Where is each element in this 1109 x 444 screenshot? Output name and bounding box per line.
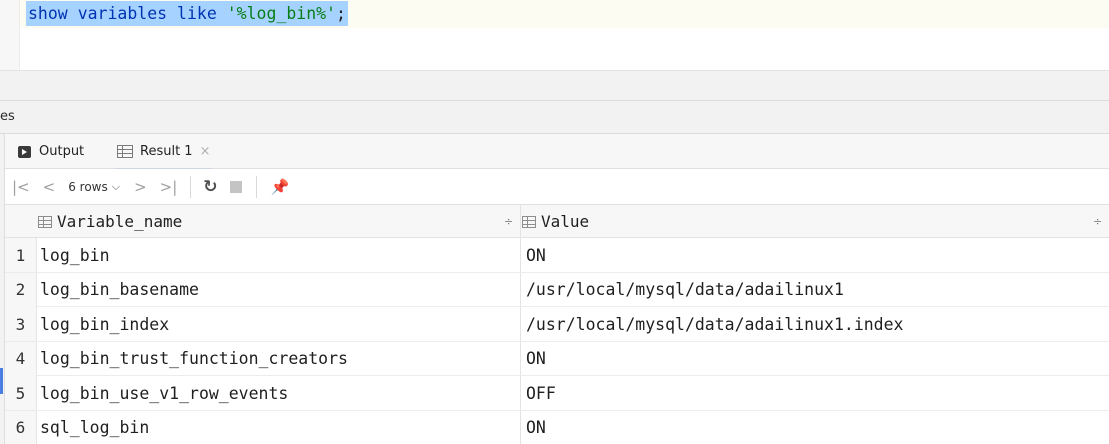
table-row[interactable]: 1 log_bin ON xyxy=(5,238,1109,273)
sort-icon[interactable]: ÷ xyxy=(1093,215,1102,228)
tab-result-label: Result 1 xyxy=(140,144,193,159)
column-icon xyxy=(38,215,52,228)
keyword-variables: variables xyxy=(77,4,168,23)
toolbar-separator xyxy=(190,175,192,198)
statement-terminator: ; xyxy=(336,4,346,23)
column-header-label: Variable_name xyxy=(57,212,183,231)
toolbar-separator xyxy=(255,175,257,198)
editor-bottom-strip xyxy=(0,70,1109,100)
column-icon xyxy=(522,215,536,228)
cell-value[interactable]: ON xyxy=(526,238,546,272)
column-header-label: Value xyxy=(541,212,590,231)
result-grid: Variable_name ÷ Value ÷ 1 log_bin ON 2 l… xyxy=(5,205,1109,444)
cell-variable-name[interactable]: log_bin xyxy=(40,238,110,272)
result-tabs: Output Result 1 × xyxy=(0,134,1109,170)
table-row[interactable]: 4 log_bin_trust_function_creators ON xyxy=(5,341,1109,376)
tab-output-label: Output xyxy=(39,144,85,159)
row-count-label[interactable]: 6 rows xyxy=(68,180,108,194)
table-row[interactable]: 2 log_bin_basename /usr/local/mysql/data… xyxy=(5,272,1109,307)
cell-variable-name[interactable]: log_bin_index xyxy=(40,307,169,341)
row-number: 3 xyxy=(5,307,37,341)
previous-page-icon[interactable]: < xyxy=(43,178,56,196)
string-literal: '%log_bin%' xyxy=(226,4,336,23)
table-row[interactable]: 3 log_bin_index /usr/local/mysql/data/ad… xyxy=(5,307,1109,342)
next-page-icon[interactable]: > xyxy=(134,178,147,196)
row-number: 4 xyxy=(5,341,37,376)
output-console-icon xyxy=(18,145,31,158)
stop-icon[interactable] xyxy=(229,180,242,193)
row-number: 1 xyxy=(5,238,37,272)
tab-result-1[interactable]: Result 1 × xyxy=(114,134,213,170)
cell-variable-name[interactable]: log_bin_use_v1_row_events xyxy=(40,376,288,410)
table-row[interactable]: 5 log_bin_use_v1_row_events OFF xyxy=(5,376,1109,411)
keyword-like: like xyxy=(177,4,217,23)
table-grid-icon xyxy=(117,145,133,158)
pin-icon[interactable]: 📌 xyxy=(271,178,290,196)
services-panel-header: es xyxy=(0,100,1109,134)
sql-editor[interactable]: show variables like '%log_bin%'; xyxy=(0,0,1109,70)
table-row[interactable]: 6 sql_log_bin ON xyxy=(5,410,1109,444)
cell-value[interactable]: ON xyxy=(526,342,546,376)
grid-header: Variable_name ÷ Value ÷ xyxy=(5,205,1109,238)
reload-icon[interactable]: ↻ xyxy=(203,177,217,197)
sort-icon[interactable]: ÷ xyxy=(504,215,513,228)
editor-gutter xyxy=(0,0,20,70)
cell-value[interactable]: /usr/local/mysql/data/adailinux1 xyxy=(526,273,844,307)
keyword-show: show xyxy=(28,4,68,23)
cell-variable-name[interactable]: sql_log_bin xyxy=(40,411,149,444)
row-number: 2 xyxy=(5,272,37,307)
tab-output[interactable]: Output xyxy=(18,134,84,169)
row-number: 5 xyxy=(5,376,37,410)
cell-variable-name[interactable]: log_bin_basename xyxy=(40,273,199,307)
services-panel-title: es xyxy=(0,109,15,124)
cell-variable-name[interactable]: log_bin_trust_function_creators xyxy=(40,342,348,376)
cell-value[interactable]: /usr/local/mysql/data/adailinux1.index xyxy=(526,307,904,341)
chevron-down-icon[interactable]: ⌵ xyxy=(112,180,120,194)
first-page-icon[interactable]: |< xyxy=(12,178,30,196)
active-indicator xyxy=(0,368,3,394)
close-icon[interactable]: × xyxy=(200,144,211,159)
cell-value[interactable]: ON xyxy=(526,411,546,444)
last-page-icon[interactable]: >| xyxy=(160,178,178,196)
result-toolbar: |< < 6 rows ⌵ > >| ↻ 📌 xyxy=(5,169,1109,205)
cell-value[interactable]: OFF xyxy=(526,376,556,410)
sql-query-text[interactable]: show variables like '%log_bin%'; xyxy=(26,1,348,26)
column-header-variable-name[interactable]: Variable_name xyxy=(38,205,182,238)
column-header-value[interactable]: Value xyxy=(522,205,589,238)
row-number: 6 xyxy=(5,410,37,444)
